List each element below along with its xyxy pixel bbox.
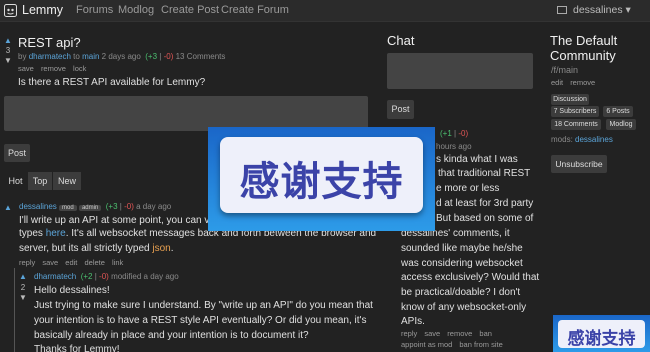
chat-line: access exclusively? Would that (401, 272, 540, 283)
sort-top-button[interactable]: Top (28, 172, 52, 190)
chat-line: sounded like maybe he/she (401, 243, 523, 254)
thanks-overlay-text: 感谢支持 (239, 159, 404, 205)
chat-input[interactable] (387, 53, 533, 89)
chat-post-button[interactable]: Post (387, 100, 414, 119)
chat-reply-action[interactable]: reply (401, 329, 417, 338)
chat-actions: reply save remove ban (401, 329, 497, 338)
chat-ban-action[interactable]: ban (479, 329, 492, 338)
thanks-small-banner: 感谢支持 (553, 315, 650, 352)
nav-create-post-link[interactable]: Create Post (161, 4, 219, 16)
post-body: Is there a REST API available for Lemmy? (18, 77, 206, 88)
chat-line: e more or less (436, 183, 500, 194)
nav-create-forum-link[interactable]: Create Forum (221, 4, 289, 16)
chat-line: that traditional REST (438, 168, 531, 179)
post-downvote-icon[interactable]: ▼ (4, 56, 12, 65)
post-comments-count[interactable]: 13 Comments (176, 52, 226, 61)
comment1-reply-action[interactable]: reply (19, 258, 35, 267)
chat-line: be practical/doable? I don't (401, 287, 521, 298)
comment2-line: Hello dessalines! (34, 285, 110, 296)
post-community-link[interactable]: main (82, 52, 99, 61)
username: dessalines (573, 4, 623, 16)
subscribers-badge: 7 Subscribers (551, 106, 599, 117)
comment2-author-link[interactable]: dharmatech (34, 272, 76, 281)
comment2-line: Just trying to make sure I understand. B… (34, 300, 373, 311)
brand-title[interactable]: Lemmy (22, 3, 63, 17)
chat-line: APIs. (401, 316, 425, 327)
comment-post-button[interactable]: Post (4, 144, 30, 162)
admin-tag: admin (78, 205, 102, 211)
post-remove-action[interactable]: remove (41, 64, 66, 73)
post-lock-action[interactable]: lock (73, 64, 86, 73)
nav-forums-link[interactable]: Forums (76, 4, 113, 16)
community-title: The Default Community (550, 33, 618, 63)
chat-title: Chat (387, 33, 415, 48)
user-menu[interactable]: dessalines ▾ (573, 4, 631, 16)
modlog-badge[interactable]: Modlog (606, 119, 636, 130)
community-edit-action[interactable]: edit (551, 78, 563, 87)
comment2-meta: dharmatech (+2 | -0) modified a day ago (34, 272, 179, 281)
nav-modlog-link[interactable]: Modlog (118, 4, 154, 16)
mod-name-link[interactable]: dessalines (575, 135, 613, 144)
comment1-author-link[interactable]: dessalines (19, 202, 57, 211)
comment2-downvote-icon[interactable]: ▼ (19, 293, 27, 302)
lemmy-logo-icon[interactable] (4, 4, 17, 17)
comment-textarea[interactable] (4, 96, 368, 131)
comment2-score: 2 (20, 283, 26, 292)
comment2-line: Thanks for Lemmy! (34, 344, 120, 352)
inbox-mail-icon[interactable] (557, 6, 567, 14)
comment1-link-action[interactable]: link (112, 258, 123, 267)
thanks-small-card: 感谢支持 (558, 320, 645, 349)
chat-remove-action[interactable]: remove (447, 329, 472, 338)
comment1-actions: reply save edit delete link (19, 258, 128, 267)
comment1-delete-action[interactable]: delete (84, 258, 104, 267)
comment1-here-link[interactable]: here (46, 228, 66, 239)
comments-badge: 18 Comments (551, 119, 601, 130)
comment2-upvote-icon[interactable]: ▲ (19, 272, 27, 281)
ban-from-site-action[interactable]: ban from site (459, 340, 502, 349)
community-path: /f/main (551, 65, 579, 75)
chat-save-action[interactable]: save (424, 329, 440, 338)
appoint-mod-action[interactable]: appoint as mod (401, 340, 452, 349)
comment1-meta: dessalines mod admin (+3 | -0) a day ago (19, 202, 172, 211)
thanks-small-text: 感谢支持 (567, 329, 636, 349)
thanks-overlay-banner: 感谢支持 (208, 127, 435, 231)
post-save-action[interactable]: save (18, 64, 34, 73)
comment1-edit-action[interactable]: edit (65, 258, 77, 267)
comment2-line: your intention is to have a REST style A… (34, 315, 367, 326)
navbar: Lemmy Forums Modlog Create Post Create F… (0, 0, 650, 22)
chat-line: But based on some of (436, 213, 534, 224)
mod-tag: mod (59, 205, 77, 211)
comment1-save-action[interactable]: save (42, 258, 58, 267)
community-remove-action[interactable]: remove (570, 78, 595, 87)
community-mods: mods: dessalines (551, 135, 613, 144)
community-actions: edit remove (551, 78, 600, 87)
chat-message-meta: (+1 | -0) (440, 129, 469, 138)
post-byline: by dharmatech to main 2 days ago (+3 | -… (18, 52, 226, 61)
thread-line (14, 268, 15, 352)
post-score: 3 (5, 46, 11, 55)
unsubscribe-button[interactable]: Unsubscribe (551, 155, 607, 173)
post-upvote-icon[interactable]: ▲ (4, 36, 12, 45)
post-actions: save remove lock (18, 64, 91, 73)
comment1-code: json (152, 243, 171, 254)
thanks-overlay-card: 感谢支持 (220, 137, 423, 213)
category-badge: Discussion (551, 94, 589, 105)
comment1-upvote-icon[interactable]: ▲ (4, 203, 12, 212)
posts-badge: 6 Posts (603, 106, 633, 117)
sort-hot-button[interactable]: Hot (4, 172, 27, 190)
chat-line: d at least for 3rd party (436, 198, 534, 209)
sort-new-button[interactable]: New (53, 172, 81, 190)
post-title[interactable]: REST api? (18, 35, 81, 50)
chat-message-time: hours ago (436, 142, 472, 151)
chat-actions-2: appoint as mod ban from site (401, 340, 508, 349)
comment1-line3: server, but its all strictly typed json. (19, 243, 174, 254)
post-author-link[interactable]: dharmatech (29, 52, 71, 61)
